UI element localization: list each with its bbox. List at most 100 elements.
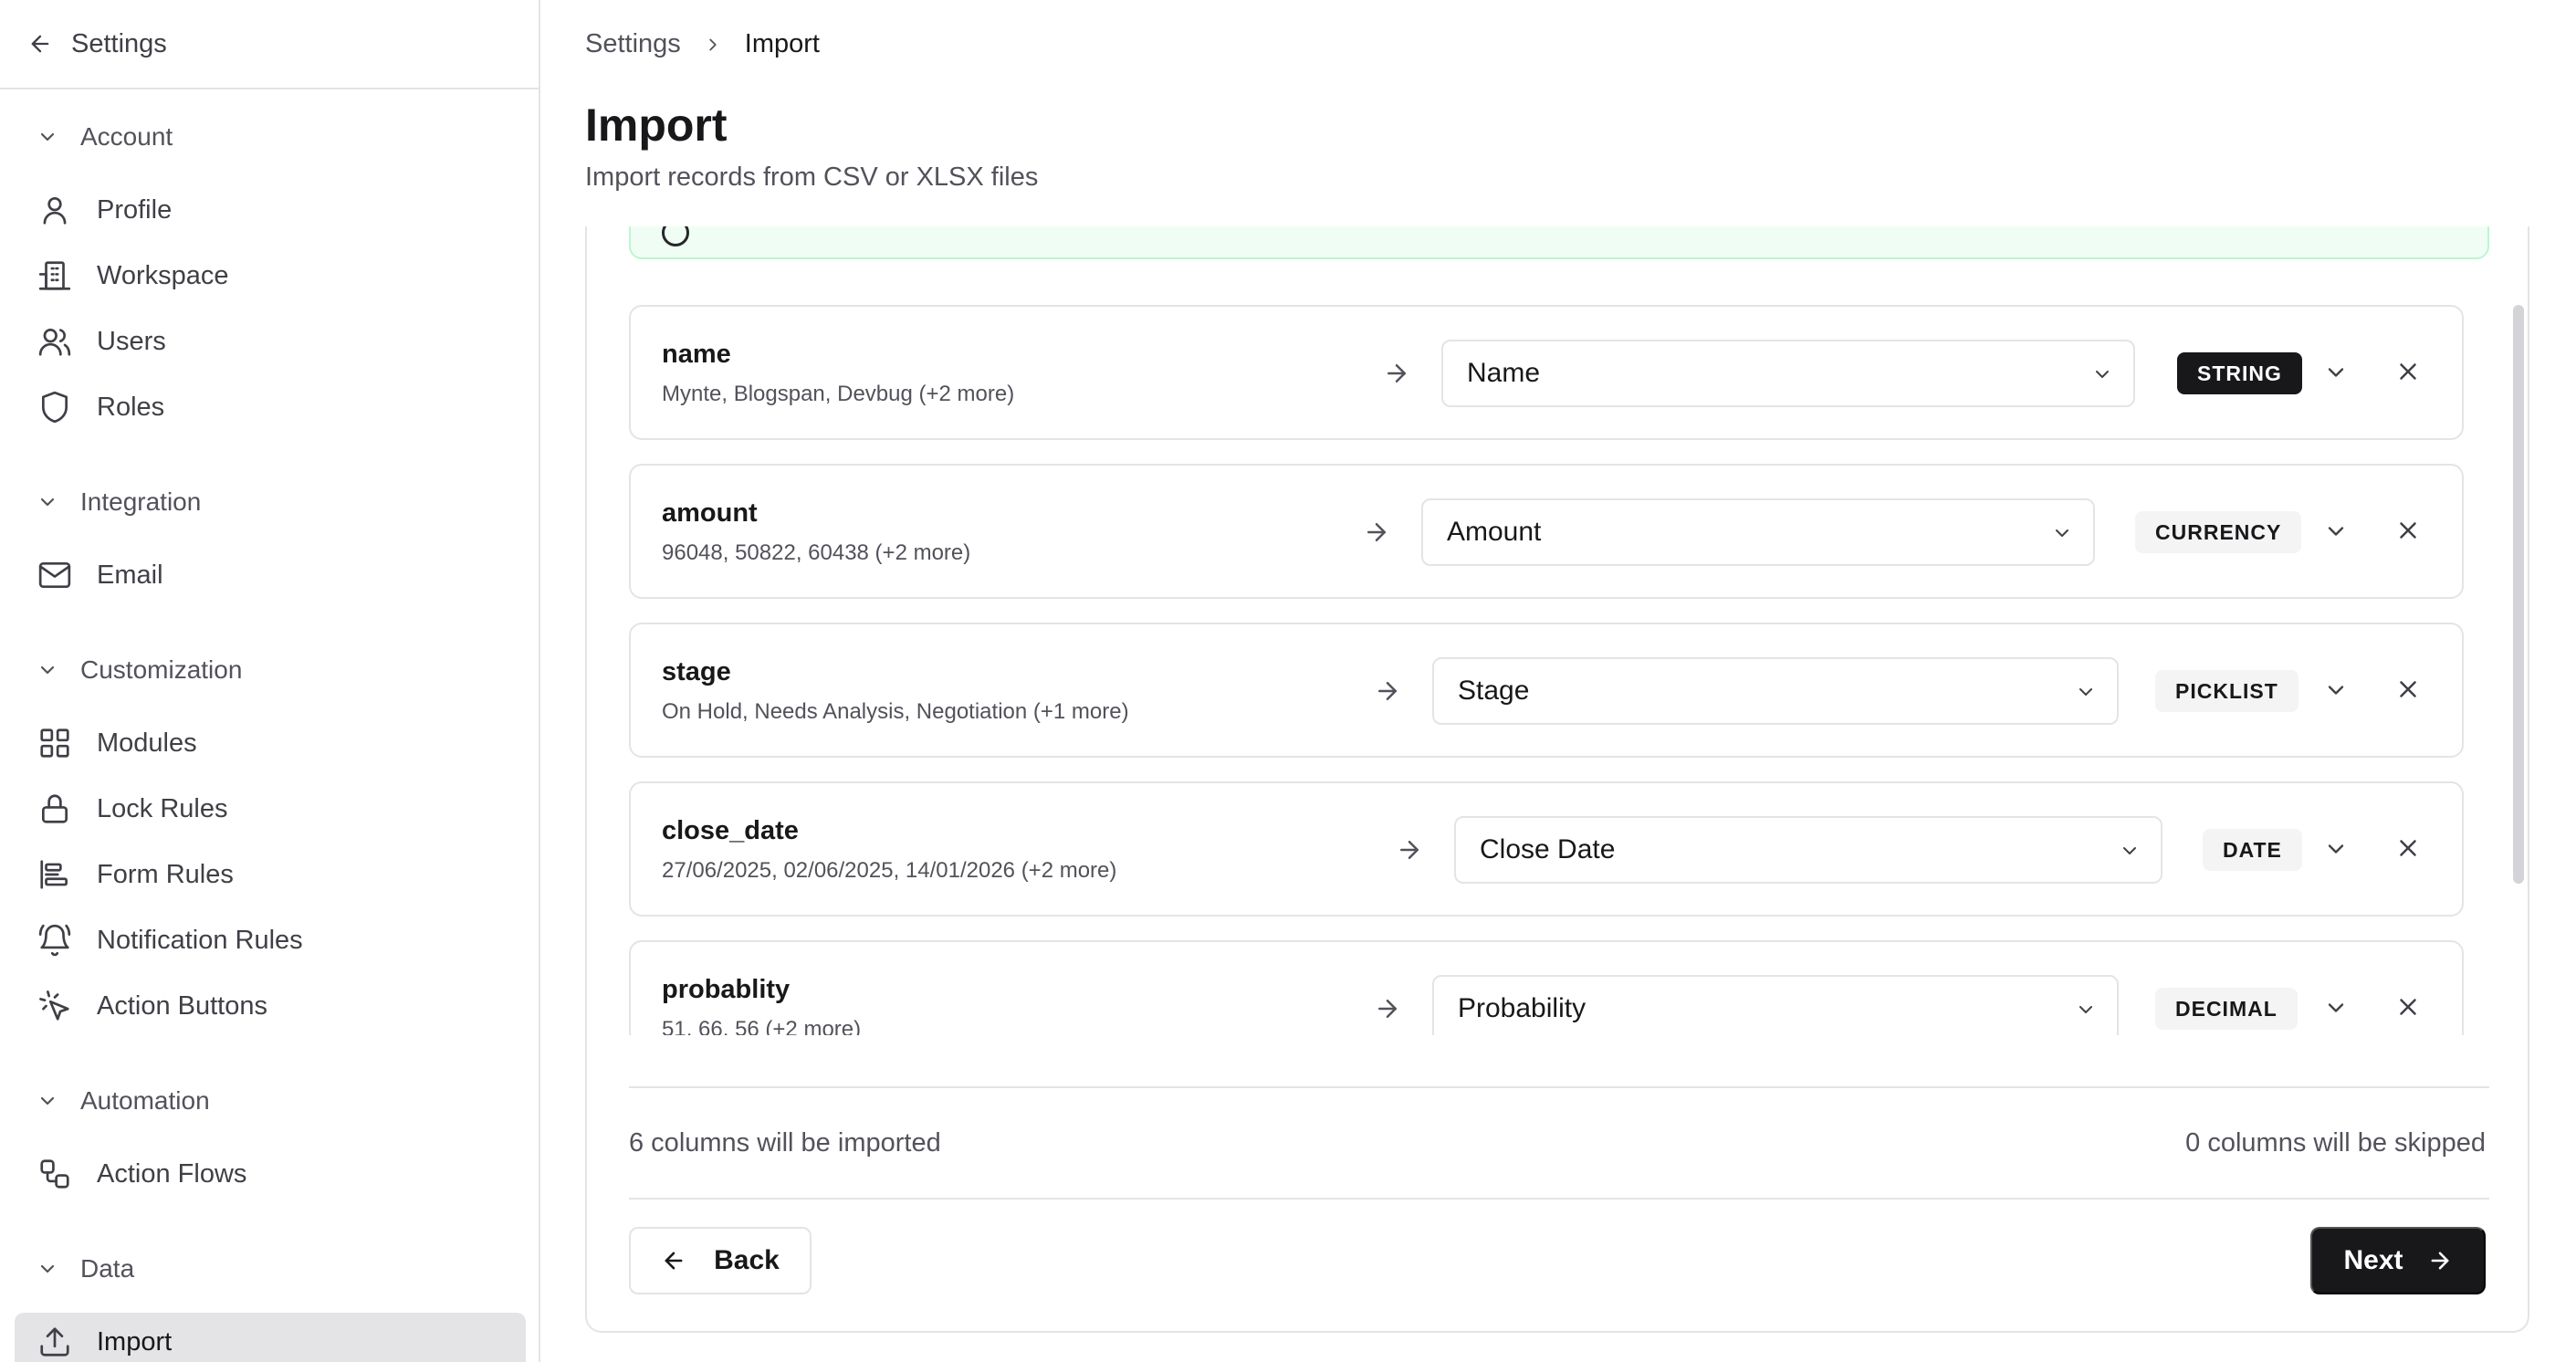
sidebar-item-label: Action Buttons [97,990,267,1021]
source-column-sample: Mynte, Blogspan, Devbug (+2 more) [662,382,1015,406]
arrow-right-icon [1383,360,1410,387]
sidebar-item-roles[interactable]: Roles [37,382,511,433]
chevron-down-icon [2075,681,2097,703]
sidebar-item-label: Email [97,560,163,590]
group-automation[interactable]: Automation [37,1083,210,1119]
source-column-sample: On Hold, Needs Analysis, Negotiation (+1… [662,699,1129,724]
group-account[interactable]: Account [37,119,173,155]
divider [629,1086,2489,1088]
source-column-sample: 96048, 50822, 60438 (+2 more) [662,540,971,565]
app: Settings Account Profile Workspace Users… [0,0,2576,1362]
group-integration[interactable]: Integration [37,484,201,520]
import-mapping-card: name Mynte, Blogspan, Devbug (+2 more) N… [585,226,2529,1333]
chevron-down-icon [2075,999,2097,1021]
expand-row-button[interactable] [2323,519,2351,546]
group-automation-label: Automation [80,1086,210,1115]
sidebar-item-label: Modules [97,728,197,758]
sidebar-item-workspace[interactable]: Workspace [37,250,511,301]
breadcrumb-current: Import [744,29,820,58]
sidebar-item-lock-rules[interactable]: Lock Rules [37,783,511,834]
target-field-select[interactable]: Stage [1432,657,2119,725]
chevron-right-icon [703,35,723,55]
sidebar-item-action-flows[interactable]: Action Flows [37,1148,511,1200]
mapping-row: name Mynte, Blogspan, Devbug (+2 more) N… [629,305,2464,440]
sidebar-title: Settings [71,28,167,58]
next-button-label: Next [2343,1245,2403,1275]
chevron-down-icon [37,1090,58,1112]
source-column-name: probablity [662,975,791,1004]
skipped-columns-summary: 0 columns will be skipped [2185,1128,2486,1158]
sidebar-item-import[interactable]: Import [15,1313,526,1362]
expand-row-button[interactable] [2323,836,2351,864]
imported-columns-summary: 6 columns will be imported [629,1128,941,1158]
chevron-down-icon [2119,840,2141,862]
mapping-row: amount 96048, 50822, 60438 (+2 more) Amo… [629,464,2464,599]
sidebar-back-to-settings[interactable]: Settings [0,0,539,89]
back-button[interactable]: Back [629,1227,812,1294]
shield-icon [37,389,73,425]
arrow-left-icon [27,31,53,57]
target-field-select[interactable]: Close Date [1454,816,2162,884]
chevron-down-icon [37,491,58,513]
group-data-label: Data [80,1254,135,1283]
group-customization-label: Customization [80,655,243,684]
upload-icon [37,1324,73,1360]
scrollbar-thumb[interactable] [2513,305,2524,884]
expand-row-button[interactable] [2323,995,2351,1022]
group-data[interactable]: Data [37,1251,134,1287]
remove-mapping-button[interactable] [2394,834,2425,865]
expand-row-button[interactable] [2323,360,2351,387]
remove-mapping-button[interactable] [2394,993,2425,1024]
arrow-right-icon [1363,519,1390,546]
user-icon [37,192,73,228]
source-column-sample: 51, 66, 56 (+2 more) [662,1017,862,1035]
field-type-badge: PICKLIST [2155,670,2299,712]
chevron-down-icon [2051,522,2073,544]
sidebar-item-label: Notification Rules [97,925,303,955]
lock-icon [37,791,73,827]
target-field-value: Amount [1447,517,1542,547]
source-column-name: stage [662,657,731,686]
mapping-row: probablity 51, 66, 56 (+2 more) Probabil… [629,940,2464,1035]
sidebar-item-users[interactable]: Users [37,316,511,367]
field-type-badge: CURRENCY [2135,511,2302,553]
next-button[interactable]: Next [2310,1227,2486,1294]
remove-mapping-button[interactable] [2394,358,2425,389]
page-subtitle: Import records from CSV or XLSX files [585,162,1039,192]
arrow-right-icon [1374,677,1401,705]
remove-mapping-button[interactable] [2394,676,2425,707]
target-field-select[interactable]: Probability [1432,975,2119,1035]
target-field-select[interactable]: Amount [1421,498,2095,566]
grid-icon [37,725,73,761]
success-banner [629,226,2489,259]
sidebar-item-form-rules[interactable]: Form Rules [37,849,511,900]
remove-mapping-button[interactable] [2394,517,2425,548]
target-field-select[interactable]: Name [1441,340,2135,407]
group-integration-label: Integration [80,487,202,516]
chevron-down-icon [37,659,58,681]
sidebar-item-profile[interactable]: Profile [37,184,511,236]
main-content: Settings Import Import Import records fr… [542,0,2576,1362]
sidebar-item-action-buttons[interactable]: Action Buttons [37,980,511,1032]
sidebar-item-label: Roles [97,392,165,422]
mapping-list[interactable]: name Mynte, Blogspan, Devbug (+2 more) N… [629,305,2528,1035]
field-type-badge: STRING [2177,352,2302,394]
sidebar-item-notification-rules[interactable]: Notification Rules [37,915,511,966]
arrow-right-icon [1396,836,1423,864]
source-column-name: name [662,340,731,369]
sidebar-item-email[interactable]: Email [37,550,511,601]
field-type-badge: DATE [2203,829,2302,871]
sidebar-item-label: Lock Rules [97,793,228,823]
target-field-value: Name [1467,358,1541,388]
source-column-name: close_date [662,816,799,845]
group-customization[interactable]: Customization [37,652,242,688]
back-button-label: Back [714,1245,780,1275]
expand-row-button[interactable] [2323,677,2351,705]
mail-icon [37,557,73,593]
target-field-value: Probability [1458,993,1586,1023]
breadcrumb-settings-link[interactable]: Settings [585,29,681,59]
pointer-click-icon [37,988,73,1024]
sidebar-item-modules[interactable]: Modules [37,718,511,769]
sidebar-item-label: Users [97,326,166,356]
arrow-left-icon [661,1248,686,1273]
